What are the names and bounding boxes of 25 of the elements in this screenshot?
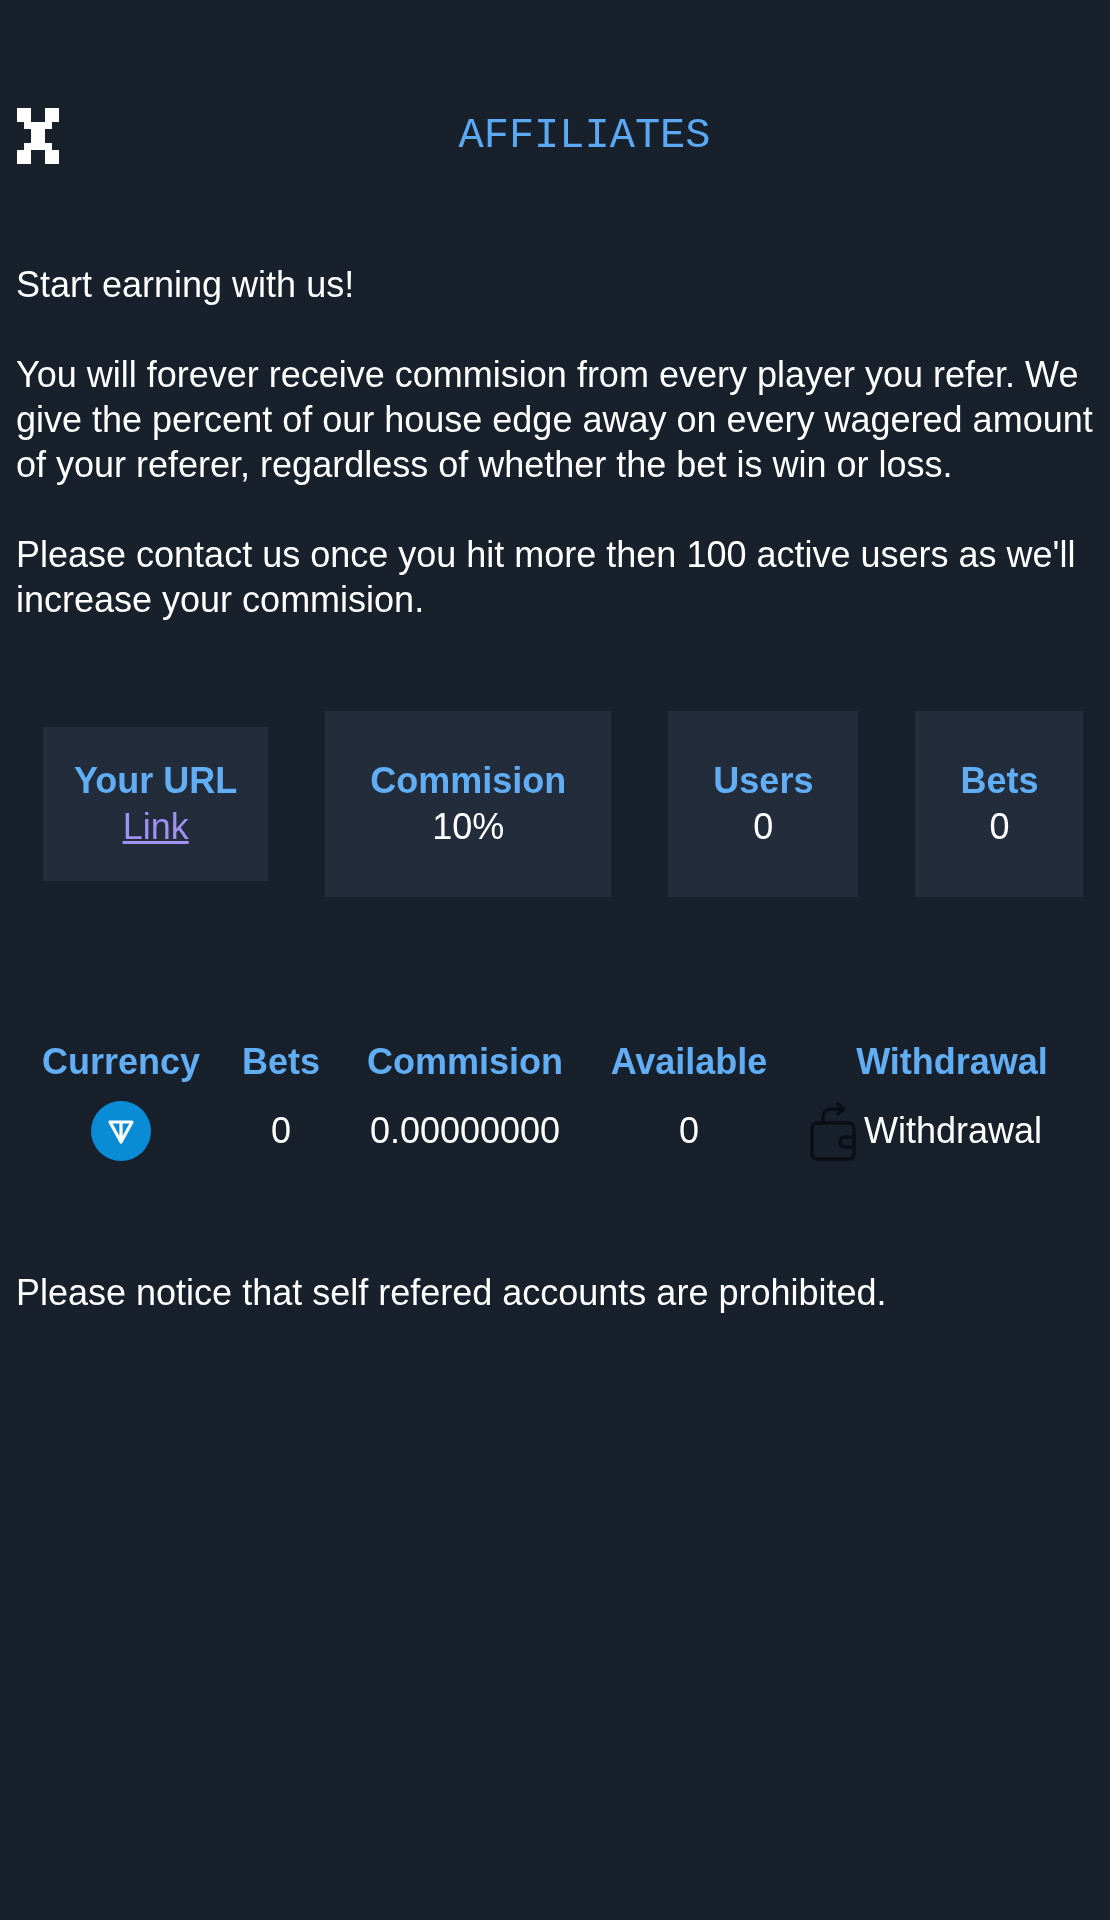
withdrawal-button[interactable]: Withdrawal xyxy=(809,1100,1043,1162)
column-header: Available xyxy=(610,1040,768,1084)
column-header: Withdrawal xyxy=(856,1040,1048,1084)
table-cell-text: 0 xyxy=(271,1109,291,1153)
stat-label: Your URL xyxy=(74,759,238,803)
notice-text: Please notice that self refered accounts are prohibited. xyxy=(15,1271,888,1315)
url-link[interactable]: Link xyxy=(122,804,189,850)
stat-label: Commision xyxy=(370,759,567,803)
column-header: Currency xyxy=(41,1040,201,1084)
stat-label: Bets xyxy=(960,759,1039,803)
column-header: Bets xyxy=(242,1040,320,1084)
page-title: AFFILIATES xyxy=(458,111,711,161)
stat-value: 0 xyxy=(753,805,774,849)
table-cell-text: 0.00000000 xyxy=(369,1109,561,1153)
table-cell-text: 0 xyxy=(679,1109,699,1153)
close-icon xyxy=(17,108,59,164)
close-button[interactable] xyxy=(17,108,59,164)
stat-label: Users xyxy=(713,759,814,803)
paragraph-text: Please contact us once you hit more then 100 active users as we'll increase your commision. xyxy=(16,533,1077,622)
paragraph-text: You will forever receive commision from every player you refer. We give the percent of our house edge away on every wagered amount of your referer, regardless of whether the bet is win or loss. xyxy=(16,353,1094,487)
column-header: Commision xyxy=(367,1040,563,1084)
coin-icon xyxy=(91,1101,151,1161)
intro-heading: Start earning with us! xyxy=(16,263,356,307)
stat-value: 10% xyxy=(432,805,505,849)
stat-value: 0 xyxy=(989,805,1010,849)
